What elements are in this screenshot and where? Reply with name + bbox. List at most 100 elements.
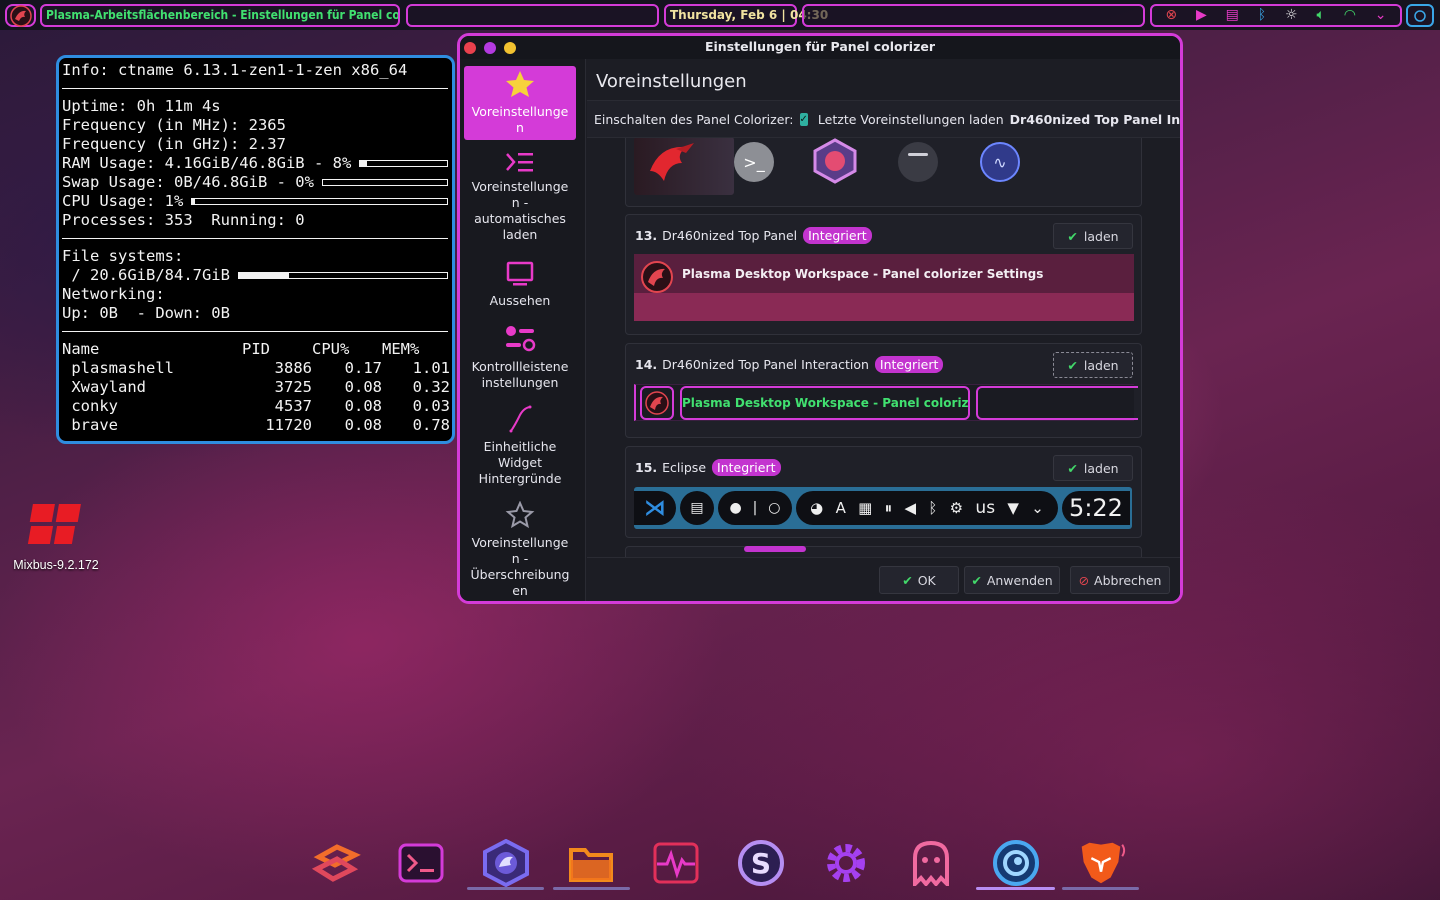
sidebar-item-panel-settings[interactable]: Kontrollleistene instellungen (464, 325, 576, 391)
ram-bar-fill (360, 161, 368, 166)
check-icon: ✔ (1067, 357, 1078, 373)
brave-icon[interactable] (1074, 836, 1128, 890)
settings-sidebar: Voreinstellunge n Voreinstellunge n - au… (460, 59, 586, 601)
chevron-down-icon: ⌄ (1031, 499, 1044, 517)
proc-pid: 3886 (274, 359, 312, 377)
col-cpu: CPU% (312, 340, 350, 358)
apply-button[interactable]: ✔ Anwenden (964, 566, 1060, 594)
ghost-icon[interactable] (904, 836, 958, 890)
cpu-bar-fill (192, 199, 195, 204)
settings-window: Einstellungen für Panel colorizer Vorein… (457, 33, 1183, 604)
swap-line: Swap Usage: 0B/46.8GiB - 0% (62, 173, 450, 192)
desktop-icon-mixbus[interactable]: Mixbus-9.2.172 (8, 498, 104, 572)
activity-monitor-icon[interactable] (649, 836, 703, 890)
dragon-logo-icon (641, 261, 673, 293)
top-panel: Plasma-Arbeitsflächenbereich - Einstellu… (0, 0, 1440, 30)
wifi-icon: ▼ (1007, 499, 1019, 517)
divider (62, 331, 448, 332)
dragon-icon (650, 143, 694, 181)
wifi-icon[interactable]: ◠ (1344, 6, 1356, 25)
divider (62, 88, 448, 89)
dock-running-indicator (976, 887, 1055, 890)
files-icon[interactable] (564, 836, 618, 890)
dragon-settings-icon[interactable] (479, 836, 533, 890)
table-row: conky 4537 0.08 0.03 (62, 397, 450, 416)
system-tray: ⊗ ▶ ▤ ᛒ ☼ 🔈︎ ◠ ⌄ (1150, 4, 1402, 27)
ram-line: RAM Usage: 4.16GiB/46.8GiB - 8% (62, 154, 450, 173)
preset-header: 15. Eclipse Integriert (635, 459, 781, 476)
brightness-icon[interactable]: ☼ (1285, 6, 1298, 25)
check-icon: ✔ (1067, 228, 1078, 244)
calendar-icon[interactable]: ▤ (1226, 6, 1239, 25)
sidebar-item-overrides[interactable]: Voreinstellunge n - Überschreibung en (464, 501, 576, 599)
keyboard-layout: us (975, 498, 996, 518)
show-desktop-button[interactable] (1406, 4, 1434, 27)
proc-name: conky (62, 397, 242, 416)
proc-mem: 0.78 (412, 416, 450, 434)
sidebar-item-appearance[interactable]: Aussehen (464, 261, 576, 309)
cancel-icon: ⊘ (1078, 572, 1090, 588)
s-app-icon[interactable]: S (734, 836, 788, 890)
integrated-badge-partial (744, 546, 806, 552)
volume-icon[interactable]: 🔈︎ (1316, 6, 1324, 25)
load-button[interactable]: ✔ laden (1053, 352, 1133, 378)
preset-preview: ⋊ ▤ ● | ○ ◕ A ▦ ⏸ ◀ ᛒ ⚙ us ▼ ⌄ 5:22 (634, 487, 1132, 529)
dock-running-indicator (467, 887, 544, 890)
terminal-icon[interactable] (394, 836, 448, 890)
load-button-label: laden (1083, 460, 1119, 476)
ram-bar (359, 160, 448, 167)
options-row: Einschalten des Panel Colorizer: ✓ Letzt… (587, 100, 1180, 138)
dragon-settings-icon (813, 138, 857, 184)
info-line: Info: ctname 6.13.1-zen1-1-zen x86_64 (62, 61, 408, 79)
enable-label: Einschalten des Panel Colorizer: (594, 111, 794, 127)
processes-line: Processes: 353 Running: 0 (62, 211, 305, 229)
preset-card-13: 13. Dr460nized Top Panel Integriert ✔ lad… (625, 214, 1142, 335)
play-icon[interactable]: ▶ (1196, 6, 1207, 25)
load-button[interactable]: ✔ laden (1053, 223, 1133, 249)
app-launcher-button[interactable] (5, 4, 36, 27)
chevron-down-icon[interactable]: ⌄ (1375, 6, 1387, 25)
fs-title: File systems: (62, 247, 184, 265)
uptime-line: Uptime: 0h 11m 4s (62, 97, 221, 115)
sidebar-item-widget-backgrounds[interactable]: Einheitliche Widget Hintergründe (464, 405, 576, 487)
enable-checkbox[interactable]: ✓ (799, 112, 808, 126)
window-titlebar[interactable]: Einstellungen für Panel colorizer (460, 36, 1180, 59)
fs-bar-fill (238, 273, 289, 278)
dragon-logo-icon (645, 391, 669, 415)
bluetooth-icon[interactable]: ᛒ (1258, 6, 1266, 25)
load-button-label: laden (1083, 228, 1119, 244)
integrated-badge: Integriert (712, 459, 781, 476)
sidebar-item-label: Aussehen (489, 293, 551, 308)
panel-spacer (406, 4, 659, 27)
preset-preview: Plasma Desktop Workspace - Panel coloriz… (634, 384, 1138, 421)
gear-icon[interactable] (819, 836, 873, 890)
sublime-icon[interactable] (309, 836, 363, 890)
clock[interactable]: Thursday, Feb 6 | 04:30 (664, 4, 828, 27)
ok-button[interactable]: ✔ OK (879, 566, 959, 594)
load-button[interactable]: ✔ laden (1053, 455, 1133, 481)
cpu-line: CPU Usage: 1% (62, 192, 450, 211)
vscode-icon: ⋊ (634, 491, 676, 525)
close-circle-icon[interactable]: ⊗ (1165, 6, 1177, 25)
cancel-button[interactable]: ⊘ Abbrechen (1070, 566, 1170, 594)
settings-main: Voreinstellungen Einschalten des Panel C… (587, 59, 1180, 601)
sidebar-item-label: Voreinstellunge n - automatisches laden (471, 179, 569, 242)
sidebar-item-presets[interactable]: Voreinstellunge n (464, 66, 576, 140)
active-window-title[interactable]: Plasma-Arbeitsflächenbereich - Einstellu… (40, 4, 400, 27)
browser-icon[interactable] (989, 836, 1043, 890)
window-title: Einstellungen für Panel colorizer (704, 39, 936, 54)
star-icon (506, 71, 534, 97)
presets-list[interactable]: >_ ∿ 13. Dr460nized Top Panel Integriert (587, 138, 1180, 596)
drop-widget: ● | ○ (718, 491, 792, 525)
font-icon: A (835, 499, 846, 517)
panel-spacer (802, 4, 1145, 27)
col-mem: MEM% (382, 340, 420, 358)
check-icon: ✔ (1067, 460, 1078, 476)
page-title: Voreinstellungen (596, 71, 747, 92)
window-icon (898, 142, 938, 182)
dock-running-indicator (1062, 887, 1139, 890)
toggles-icon (506, 326, 536, 352)
preset-number: 14. (635, 357, 658, 372)
star-outline-icon (505, 501, 535, 529)
sidebar-item-autoload[interactable]: Voreinstellunge n - automatisches laden (464, 151, 576, 243)
